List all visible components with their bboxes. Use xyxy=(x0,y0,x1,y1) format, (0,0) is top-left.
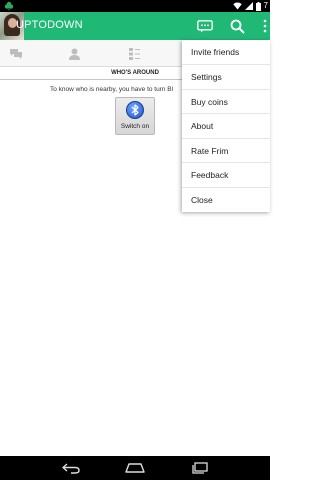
clover-icon xyxy=(4,1,14,11)
menu-item-about[interactable]: About xyxy=(182,113,270,137)
menu-item-invite-friends[interactable]: Invite friends xyxy=(182,40,270,64)
menu-item-settings[interactable]: Settings xyxy=(182,64,270,88)
navigation-bar xyxy=(0,456,270,480)
action-bar: UPTODOWN xyxy=(0,12,270,40)
chat-bubble-button[interactable] xyxy=(196,17,214,35)
menu-item-feedback[interactable]: Feedback xyxy=(182,162,270,186)
back-icon xyxy=(62,462,80,474)
page-title: UPTODOWN xyxy=(16,19,83,31)
recents-button[interactable] xyxy=(190,461,210,475)
chat-bubble-icon xyxy=(197,19,213,32)
battery-icon xyxy=(255,1,261,11)
tab-list[interactable] xyxy=(104,40,164,67)
switch-on-label: Switch on xyxy=(120,123,150,130)
menu-item-buy-coins[interactable]: Buy coins xyxy=(182,89,270,113)
bluetooth-icon xyxy=(126,101,144,119)
recents-icon xyxy=(192,462,208,474)
overflow-icon xyxy=(263,19,267,33)
bluetooth-info-text: To know who is nearby, you have to turn … xyxy=(50,86,174,93)
search-button[interactable] xyxy=(228,17,246,35)
search-icon xyxy=(230,19,245,34)
person-icon xyxy=(68,48,80,60)
overflow-menu: Invite friends Settings Buy coins About … xyxy=(182,40,270,212)
status-time: 7 xyxy=(263,1,268,10)
menu-item-rate[interactable]: Rate Frim xyxy=(182,138,270,162)
chat-icon xyxy=(10,49,22,59)
back-button[interactable] xyxy=(61,461,81,475)
wifi-icon xyxy=(232,2,242,10)
home-icon xyxy=(125,463,145,473)
status-bar: 7 xyxy=(0,0,270,12)
overflow-button[interactable] xyxy=(260,17,270,35)
menu-item-close[interactable]: Close xyxy=(182,187,270,211)
tab-chats[interactable] xyxy=(0,40,46,67)
signal-icon xyxy=(244,2,253,10)
switch-on-button[interactable]: Switch on xyxy=(115,97,155,135)
list-icon xyxy=(128,47,140,60)
home-button[interactable] xyxy=(125,461,145,475)
tab-contacts[interactable] xyxy=(44,40,104,67)
